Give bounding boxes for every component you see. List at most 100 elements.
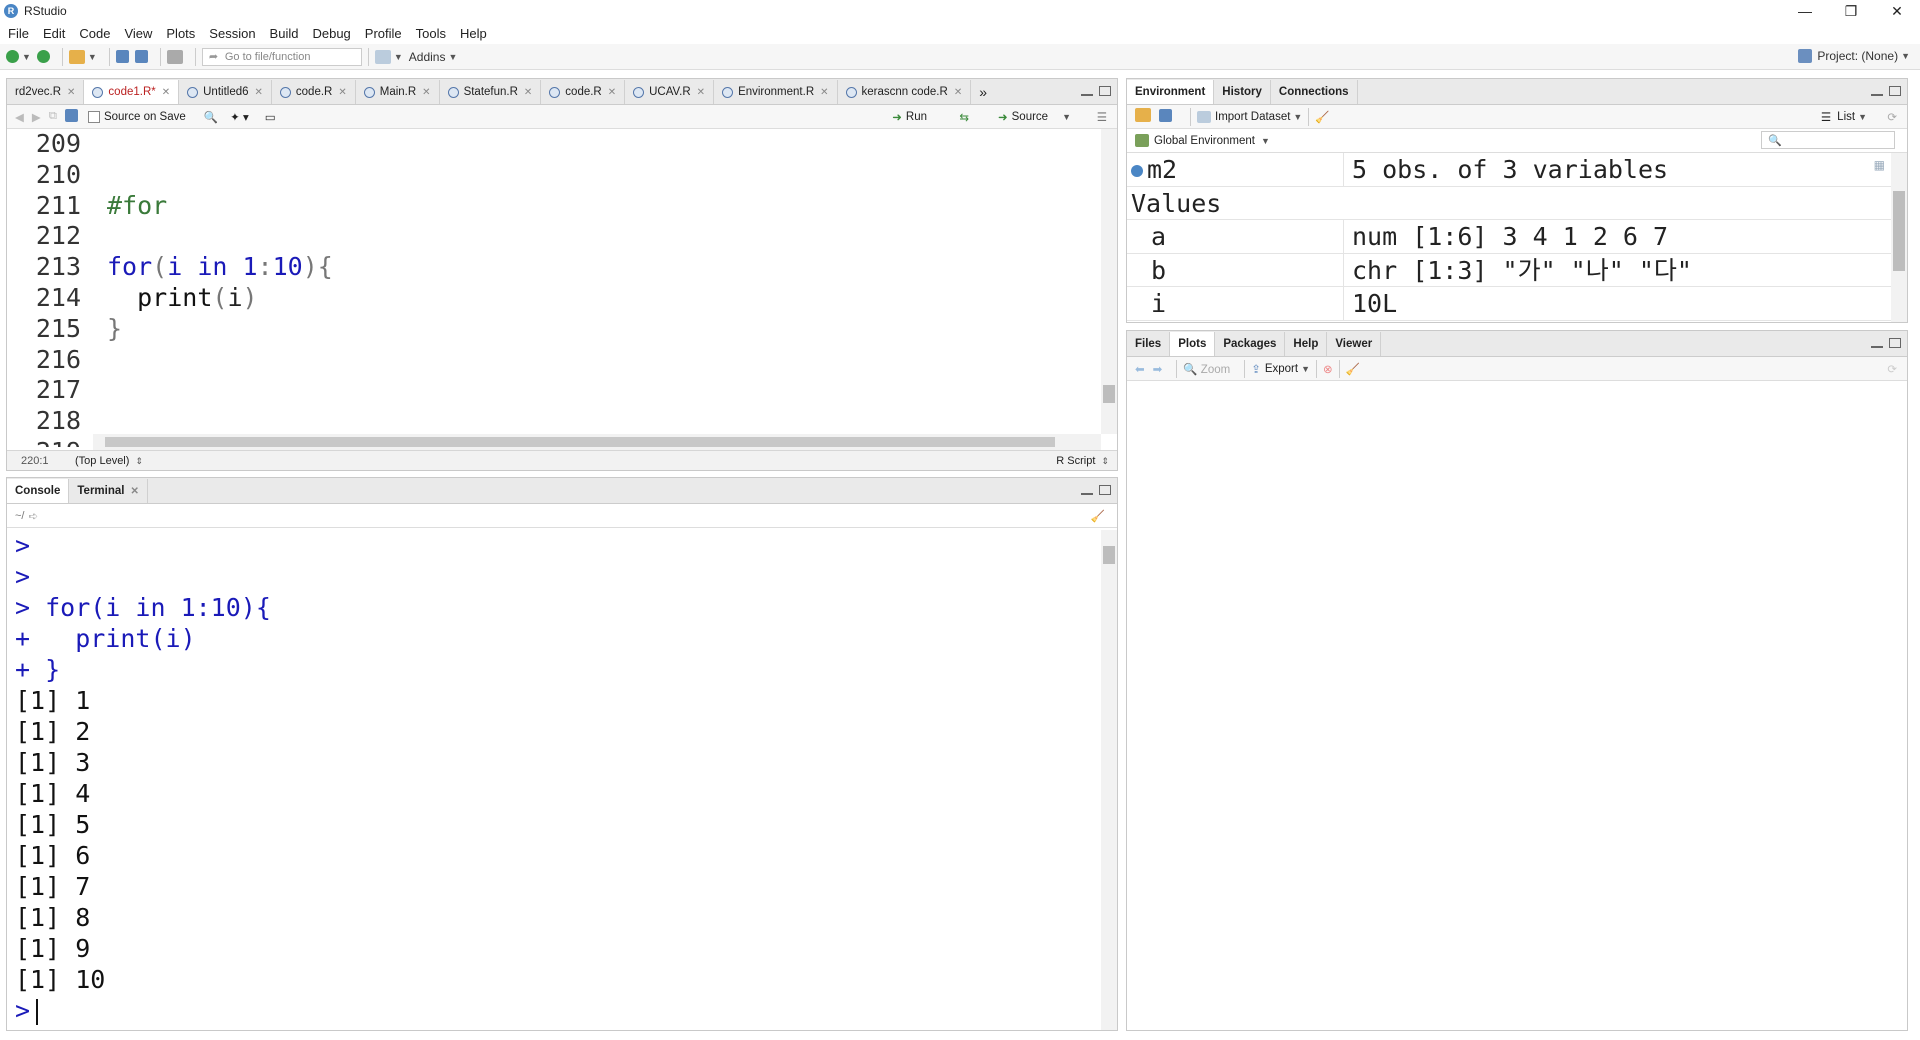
new-project-button[interactable] <box>36 50 50 63</box>
editor-tab-active[interactable]: code1.R* ✕ <box>84 80 180 104</box>
close-icon[interactable]: ✕ <box>1874 0 1920 22</box>
goto-file-input[interactable]: Go to file/function <box>201 47 362 66</box>
tab-console[interactable]: Console <box>7 479 70 503</box>
close-tab-icon[interactable]: ✕ <box>162 87 170 98</box>
refresh-icon[interactable]: ⟳ <box>1887 110 1897 124</box>
save-button[interactable] <box>115 50 129 63</box>
tab-packages[interactable]: Packages <box>1215 332 1286 356</box>
close-tab-icon[interactable]: ✕ <box>697 87 705 98</box>
menu-view[interactable]: View <box>124 26 152 41</box>
env-value-row[interactable]: i 10L <box>1127 287 1891 321</box>
new-file-button[interactable]: ▼ <box>6 50 31 63</box>
file-type-selector[interactable]: R Script ⇕ <box>1056 455 1109 467</box>
close-tab-icon[interactable]: ✕ <box>67 87 75 98</box>
close-tab-icon[interactable]: ✕ <box>608 87 616 98</box>
menu-code[interactable]: Code <box>79 26 110 41</box>
restore-icon[interactable]: ❐ <box>1828 0 1874 22</box>
env-value-row[interactable]: b chr [1:3] "가" "나" "다" <box>1127 253 1891 287</box>
tab-viewer[interactable]: Viewer <box>1327 332 1382 356</box>
close-tab-icon[interactable]: ✕ <box>130 486 138 497</box>
close-tab-icon[interactable]: ✕ <box>954 87 962 98</box>
back-arrow-icon[interactable]: ◀ <box>15 110 24 124</box>
close-tab-icon[interactable]: ✕ <box>422 87 430 98</box>
minimize-icon[interactable]: — <box>1782 0 1828 22</box>
minimize-pane-icon[interactable] <box>1081 93 1093 96</box>
environment-scope-dropdown[interactable]: Global Environment ▼ <box>1135 134 1270 147</box>
tab-connections[interactable]: Connections <box>1271 80 1358 104</box>
maximize-pane-icon[interactable] <box>1099 485 1111 495</box>
scrollbar-thumb[interactable] <box>105 437 1055 447</box>
close-tab-icon[interactable]: ✕ <box>820 87 828 98</box>
load-workspace-icon[interactable] <box>1135 108 1151 125</box>
code-tools-icon[interactable]: ✦ ▾ <box>230 110 249 124</box>
forward-arrow-icon[interactable]: ▶ <box>32 110 41 124</box>
tab-environment[interactable]: Environment <box>1127 80 1215 104</box>
show-in-window-icon[interactable]: ⧉ <box>49 110 57 123</box>
close-tab-icon[interactable]: ✕ <box>338 87 346 98</box>
addins-button[interactable]: Addins ▼ <box>409 50 458 64</box>
clear-console-icon[interactable]: 🧹 <box>1091 509 1105 523</box>
tab-files[interactable]: Files <box>1127 332 1171 356</box>
search-icon[interactable]: 🔍 <box>204 110 218 124</box>
environment-vertical-scrollbar[interactable] <box>1891 153 1907 322</box>
source-on-save-checkbox[interactable] <box>87 110 100 123</box>
remove-plot-icon[interactable]: ⊗ <box>1323 362 1333 376</box>
scrollbar-thumb[interactable] <box>1103 385 1115 403</box>
view-data-icon[interactable]: ▦ <box>1874 158 1885 172</box>
editor-tab[interactable]: kerascnn code.R ✕ <box>838 80 972 104</box>
editor-vertical-scrollbar[interactable] <box>1101 129 1117 434</box>
console-vertical-scrollbar[interactable] <box>1101 530 1117 1030</box>
import-dataset-button[interactable]: Import Dataset ▼ <box>1197 110 1302 123</box>
maximize-pane-icon[interactable] <box>1889 338 1901 348</box>
environment-search-input[interactable]: 🔍 <box>1761 131 1895 149</box>
editor-tab[interactable]: Environment.R ✕ <box>714 80 838 104</box>
env-data-row[interactable]: m2 5 obs. of 3 variables <box>1127 153 1891 187</box>
editor-tab[interactable]: code.R ✕ <box>541 80 626 104</box>
editor-tab[interactable]: Main.R ✕ <box>356 80 440 104</box>
menu-build[interactable]: Build <box>270 26 299 41</box>
rerun-icon[interactable]: ⇆ <box>959 110 969 124</box>
console-output[interactable]: > > > for(i in 1:10){+ print(i) + } [1] 1 [1]… <box>7 530 1101 1030</box>
refresh-icon[interactable]: ⟳ <box>1887 362 1897 376</box>
save-icon[interactable] <box>64 108 78 125</box>
compile-report-icon[interactable]: ▭ <box>265 110 276 124</box>
editor-tab[interactable]: Statefun.R ✕ <box>440 80 542 104</box>
menu-file[interactable]: File <box>8 26 29 41</box>
zoom-button[interactable]: 🔍 Zoom <box>1183 362 1230 376</box>
pane-layout-button[interactable]: ▼ <box>374 49 403 64</box>
project-menu[interactable]: Project: (None) ▼ <box>1798 49 1910 63</box>
document-outline-icon[interactable]: ☰ <box>1097 110 1107 124</box>
maximize-pane-icon[interactable] <box>1889 86 1901 96</box>
menu-debug[interactable]: Debug <box>312 26 350 41</box>
editor-horizontal-scrollbar[interactable] <box>93 434 1101 450</box>
code-editor[interactable]: #for for(i in 1:10){ print(i) } <box>93 129 1101 447</box>
tab-plots[interactable]: Plots <box>1170 332 1216 356</box>
menu-profile[interactable]: Profile <box>365 26 402 41</box>
maximize-pane-icon[interactable] <box>1099 86 1111 96</box>
export-button[interactable]: ⇪ Export ▼ <box>1251 362 1310 376</box>
menu-help[interactable]: Help <box>460 26 487 41</box>
go-to-directory-icon[interactable]: ➪ <box>28 509 38 523</box>
more-tabs-button[interactable]: » <box>971 80 995 104</box>
tab-history[interactable]: History <box>1214 80 1271 104</box>
save-all-button[interactable] <box>134 50 148 63</box>
minimize-pane-icon[interactable] <box>1081 492 1093 495</box>
source-button[interactable]: ➜ Source ▼ <box>998 110 1071 124</box>
editor-tab[interactable]: UCAV.R ✕ <box>625 80 715 104</box>
editor-tab[interactable]: code.R ✕ <box>272 80 356 104</box>
minimize-pane-icon[interactable] <box>1871 345 1883 348</box>
clear-workspace-icon[interactable]: 🧹 <box>1315 110 1329 124</box>
expand-dataframe-icon[interactable] <box>1131 165 1143 177</box>
open-file-button[interactable]: ▼ <box>68 49 97 64</box>
view-mode-dropdown[interactable]: ☰ List ▼ <box>1821 110 1867 124</box>
env-value-row[interactable]: a num [1:6] 3 4 1 2 6 7 <box>1127 220 1891 254</box>
console-prompt-line[interactable]: > <box>15 995 1101 1026</box>
scrollbar-thumb[interactable] <box>1893 191 1905 271</box>
tab-help[interactable]: Help <box>1285 332 1328 356</box>
previous-plot-icon[interactable]: ⬅ <box>1135 362 1145 376</box>
run-button[interactable]: ➜ Run <box>892 110 927 124</box>
scope-selector[interactable]: (Top Level) ⇕ <box>75 455 143 467</box>
menu-session[interactable]: Session <box>209 26 255 41</box>
tab-terminal[interactable]: Terminal ✕ <box>69 479 148 503</box>
print-button[interactable] <box>166 49 183 64</box>
